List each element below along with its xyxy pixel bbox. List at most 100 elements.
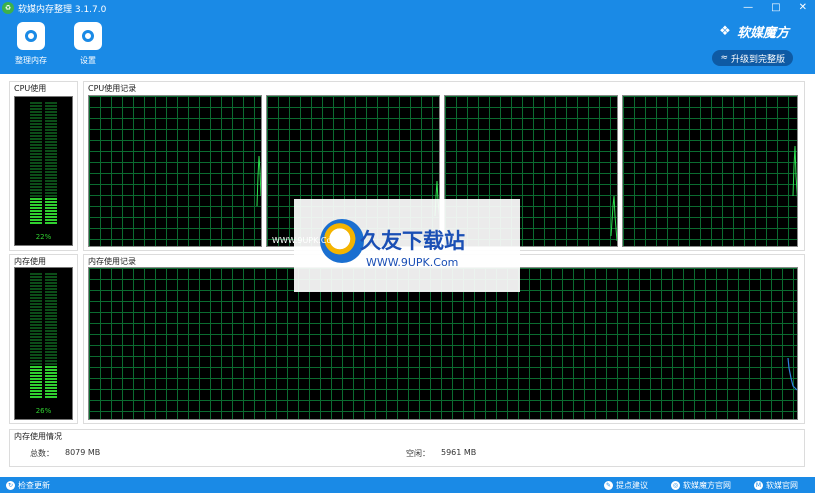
- cpu-meter-segment: [30, 198, 42, 200]
- mem-meter-segment: [30, 324, 42, 326]
- mem-meter-segment: [45, 366, 57, 368]
- check-update-link[interactable]: ↻ 检查更新: [6, 480, 50, 491]
- mem-meter-segment: [45, 342, 57, 344]
- brand-m-icon: M: [754, 481, 763, 490]
- cpu-meter-segment: [45, 141, 57, 143]
- cpu-meter-segment: [45, 147, 57, 149]
- site2-link[interactable]: M 软媒官网: [754, 480, 798, 491]
- mem-meter-segment: [45, 306, 57, 308]
- mem-meter-segment: [30, 366, 42, 368]
- cpu-meter-segment: [30, 120, 42, 122]
- mem-meter-segment: [45, 282, 57, 284]
- mem-meter-segment: [45, 309, 57, 311]
- cpu-meter-segment: [45, 177, 57, 179]
- mem-meter-segment: [45, 324, 57, 326]
- cpu-usage-panel: CPU使用 22%: [9, 81, 78, 251]
- mem-meter-segment: [45, 351, 57, 353]
- mem-meter-segment: [30, 387, 42, 389]
- cpu-meter-segment: [45, 120, 57, 122]
- cpu-meter-segment: [45, 174, 57, 176]
- cpu-meter-segment: [45, 183, 57, 185]
- mem-meter: 26%: [14, 267, 73, 420]
- mem-meter-segment: [45, 348, 57, 350]
- mem-usage-title: 内存使用: [14, 257, 46, 266]
- cpu-meter-segment: [45, 135, 57, 137]
- brand-name: 软媒魔方: [736, 26, 789, 41]
- watermark: WWW.9UPK.Com 久友下载站 WWW.9UPK.Com: [272, 199, 520, 292]
- mem-meter-segment: [45, 303, 57, 305]
- mem-meter-segment: [45, 384, 57, 386]
- cpu-meter-segment: [45, 114, 57, 116]
- mem-info-title: 内存使用情况: [14, 432, 62, 441]
- mem-meter-segment: [45, 369, 57, 371]
- mem-meter-segment: [30, 291, 42, 293]
- settings-button[interactable]: 设置: [66, 22, 110, 66]
- pen-icon: ✎: [604, 481, 613, 490]
- cpu-meter-segment: [45, 123, 57, 125]
- cpu-meter-segment: [30, 183, 42, 185]
- mem-meter-segment: [30, 381, 42, 383]
- upgrade-button[interactable]: ≈ 升级到完整版: [712, 50, 793, 66]
- mem-meter-segment: [30, 333, 42, 335]
- mem-meter-segment: [45, 330, 57, 332]
- mem-meter-segment: [30, 282, 42, 284]
- cpu-meter-segment: [30, 192, 42, 194]
- cpu-meter-segment: [45, 162, 57, 164]
- cpu-meter-segment: [30, 123, 42, 125]
- mem-meter-bars: [30, 273, 57, 398]
- mem-meter-segment: [30, 378, 42, 380]
- cpu-meter-segment: [30, 216, 42, 218]
- mem-meter-segment: [45, 396, 57, 398]
- mem-meter-segment: [30, 369, 42, 371]
- mem-meter-segment: [30, 312, 42, 314]
- mem-meter-segment: [30, 360, 42, 362]
- cpu-meter-segment: [30, 201, 42, 203]
- free-label: 空闲：: [406, 449, 430, 458]
- mem-info-panel: 内存使用情况 总数： 8079 MB 空闲： 5961 MB: [9, 429, 805, 467]
- cpu-meter-segment: [45, 105, 57, 107]
- mem-meter-segment: [30, 372, 42, 374]
- mem-meter-segment: [45, 387, 57, 389]
- double-chevron-up-icon: ≈: [720, 53, 728, 63]
- chip-icon: [17, 22, 45, 50]
- close-button[interactable]: ✕: [799, 2, 807, 13]
- cpu-meter-segment: [30, 138, 42, 140]
- cpu-meter-segment: [45, 126, 57, 128]
- cpu-meter-segment: [30, 102, 42, 104]
- mem-history-title: 内存使用记录: [88, 257, 136, 266]
- feedback-link[interactable]: ✎ 提点建议: [604, 480, 648, 491]
- site1-link[interactable]: ◎ 软媒魔方官网: [671, 480, 731, 491]
- maximize-button[interactable]: □: [771, 2, 780, 13]
- clean-memory-label: 整理内存: [15, 56, 47, 65]
- mem-meter-segment: [30, 321, 42, 323]
- status-bar: ↻ 检查更新 ✎ 提点建议 ◎ 软媒魔方官网 M 软媒官网: [0, 477, 815, 493]
- cpu-core-graph-1: [88, 95, 262, 247]
- mem-meter-segment: [45, 327, 57, 329]
- mem-meter-segment: [30, 384, 42, 386]
- mem-meter-segment: [30, 276, 42, 278]
- cube-icon: ❖: [719, 24, 731, 39]
- cpu-meter-segment: [45, 195, 57, 197]
- cpu-meter-segment: [45, 219, 57, 221]
- mem-meter-segment: [30, 288, 42, 290]
- clean-memory-button[interactable]: 整理内存: [9, 22, 53, 66]
- cpu-meter-segment: [45, 108, 57, 110]
- cpu-meter-segment: [45, 210, 57, 212]
- cpu-meter-segment: [30, 195, 42, 197]
- mem-meter-segment: [45, 333, 57, 335]
- mem-meter-segment: [30, 294, 42, 296]
- mem-meter-segment: [45, 375, 57, 377]
- mem-meter-segment: [45, 354, 57, 356]
- cpu-meter-segment: [30, 180, 42, 182]
- cpu-meter-segment: [30, 111, 42, 113]
- mem-meter-segment: [30, 327, 42, 329]
- cpu-meter-segment: [30, 141, 42, 143]
- cpu-meter-segment: [30, 210, 42, 212]
- site2-label: 软媒官网: [766, 481, 798, 490]
- cpu-meter-segment: [45, 117, 57, 119]
- total-label: 总数：: [30, 449, 54, 458]
- cpu-meter-segment: [45, 204, 57, 206]
- minimize-button[interactable]: —: [743, 2, 753, 13]
- mem-meter-segment: [45, 288, 57, 290]
- cpu-meter-segment: [30, 129, 42, 131]
